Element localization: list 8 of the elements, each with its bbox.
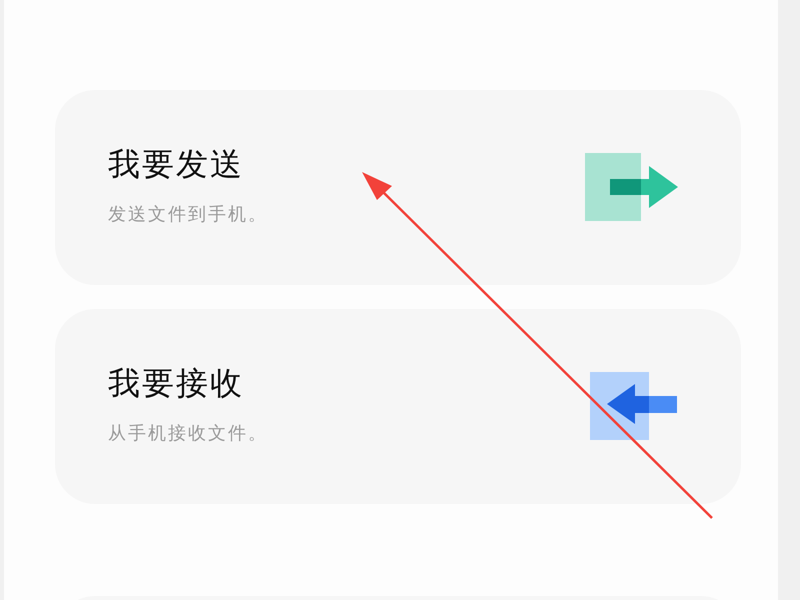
option-subtitle: 发送文件到手机。 (108, 202, 269, 226)
option-card[interactable]: 我要接收 从手机接收文件。 (55, 309, 741, 504)
option-title: 我要发送 (108, 144, 245, 184)
arrow-right-icon (585, 152, 679, 222)
arrow-left-icon (589, 372, 679, 442)
option-title: 我要接收 (108, 362, 245, 402)
option-subtitle: 从手机接收文件。 (108, 422, 269, 444)
option-card[interactable]: 我要发送 发送文件到手机。 (55, 90, 741, 285)
